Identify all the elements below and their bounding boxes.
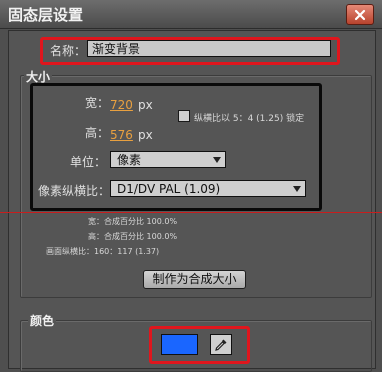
close-button[interactable]: [346, 4, 374, 25]
width-unit: px: [138, 98, 153, 112]
unit-label: 单位：: [70, 155, 107, 169]
info-frame-aspect: 画面纵横比：160：117 (1.37): [46, 247, 160, 256]
color-section-title: 颜色: [28, 312, 57, 329]
height-unit: px: [138, 128, 153, 142]
close-icon: [354, 9, 366, 20]
red-guide-line: [0, 212, 382, 213]
width-label: 宽：: [85, 96, 110, 110]
width-field: 720 px: [110, 94, 153, 113]
window-title: 固态层设置: [8, 6, 84, 24]
unit-select-value: 像素: [117, 153, 142, 167]
lock-aspect-label: 纵横比以 5：4 (1.25) 锁定: [194, 114, 305, 124]
info-height: 高：合成百分比 100.0%: [88, 232, 178, 241]
height-value[interactable]: 576: [110, 128, 133, 142]
pixel-aspect-select-value: D1/DV PAL (1.09): [117, 182, 221, 196]
color-highlight-box: [149, 326, 250, 364]
make-comp-size-button[interactable]: 制作为合成大小: [143, 270, 246, 289]
height-field: 576 px: [110, 124, 153, 143]
title-bar: 固态层设置: [0, 0, 382, 29]
lock-aspect-checkbox[interactable]: [178, 110, 190, 122]
info-width: 宽：合成百分比 100.0%: [88, 217, 178, 226]
pixel-aspect-label: 像素纵横比：: [38, 184, 111, 198]
chevron-down-icon: [293, 186, 301, 192]
unit-select[interactable]: 像素: [110, 151, 226, 168]
width-value[interactable]: 720: [110, 98, 133, 112]
pixel-aspect-select[interactable]: D1/DV PAL (1.09): [110, 180, 306, 197]
chevron-down-icon: [213, 157, 221, 163]
name-highlight-box: [40, 37, 340, 65]
height-label: 高：: [85, 126, 110, 140]
